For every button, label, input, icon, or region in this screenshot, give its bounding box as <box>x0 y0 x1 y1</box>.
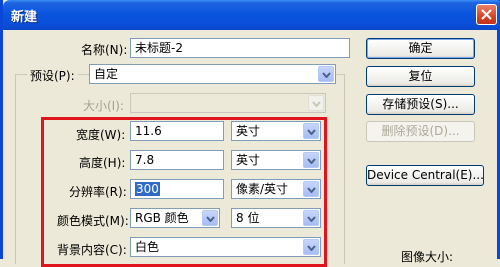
background-label: 背景内容(C): <box>57 243 127 257</box>
chevron-down-icon <box>307 245 316 251</box>
reset-button[interactable]: 复位 <box>366 66 475 87</box>
new-document-dialog: 新建 名称(N): 未标题-2 预设(P): 自定 大小(I): 宽度(W): … <box>0 0 500 267</box>
chevron-down-icon <box>206 216 215 222</box>
width-input[interactable]: 11.6 <box>130 121 224 141</box>
chevron-down-icon <box>312 101 321 107</box>
chevron-down-icon <box>307 129 316 135</box>
preset-select[interactable]: 自定 <box>89 64 336 84</box>
size-select <box>130 93 326 113</box>
resolution-unit-value: 像素/英寸 <box>236 182 289 196</box>
name-label: 名称(N): <box>81 43 128 57</box>
resolution-label: 分辨率(R): <box>69 185 127 199</box>
width-label: 宽度(W): <box>76 128 126 142</box>
preset-value: 自定 <box>94 67 119 81</box>
height-label: 高度(H): <box>79 156 126 170</box>
bit-depth-dropdown-arrow[interactable] <box>303 210 319 226</box>
chevron-down-icon <box>307 158 316 164</box>
bit-depth-select[interactable]: 8 位 <box>231 208 321 228</box>
background-value: 白色 <box>135 240 160 254</box>
color-mode-label: 颜色模式(M): <box>57 214 129 228</box>
width-unit-select[interactable]: 英寸 <box>231 121 321 141</box>
close-button[interactable] <box>476 4 497 25</box>
height-unit-dropdown-arrow[interactable] <box>303 152 319 168</box>
save-preset-button[interactable]: 存储预设(S)... <box>366 94 475 115</box>
preset-dropdown-arrow[interactable] <box>318 66 334 82</box>
height-input[interactable]: 7.8 <box>130 150 224 170</box>
width-unit-value: 英寸 <box>236 124 261 138</box>
size-label: 大小(I): <box>83 99 124 113</box>
color-mode-dropdown-arrow[interactable] <box>202 210 218 226</box>
resolution-unit-dropdown-arrow[interactable] <box>303 181 319 197</box>
size-dropdown-arrow <box>308 95 324 111</box>
resolution-value: 300 <box>135 182 160 196</box>
chevron-down-icon <box>322 72 331 78</box>
background-dropdown-arrow[interactable] <box>303 239 319 255</box>
name-input[interactable]: 未标题-2 <box>130 38 350 58</box>
color-mode-value: RGB 颜色 <box>135 211 189 225</box>
title-bar[interactable]: 新建 <box>3 0 500 30</box>
color-mode-select[interactable]: RGB 颜色 <box>130 208 220 228</box>
device-central-button[interactable]: Device Central(E)... <box>366 165 484 186</box>
chevron-down-icon <box>307 187 316 193</box>
chevron-down-icon <box>307 216 316 222</box>
width-unit-dropdown-arrow[interactable] <box>303 123 319 139</box>
resolution-unit-select[interactable]: 像素/英寸 <box>231 179 321 199</box>
close-icon <box>481 9 492 20</box>
preset-label: 预设(P): <box>27 67 78 84</box>
height-unit-value: 英寸 <box>236 153 261 167</box>
dialog-title: 新建 <box>11 10 38 25</box>
delete-preset-button: 删除预设(D)... <box>366 121 475 142</box>
bit-depth-value: 8 位 <box>236 211 260 225</box>
resolution-input[interactable]: 300 <box>130 179 224 199</box>
image-size-label: 图像大小: <box>401 250 454 264</box>
height-unit-select[interactable]: 英寸 <box>231 150 321 170</box>
ok-button[interactable]: 确定 <box>366 38 475 59</box>
background-select[interactable]: 白色 <box>130 237 321 257</box>
